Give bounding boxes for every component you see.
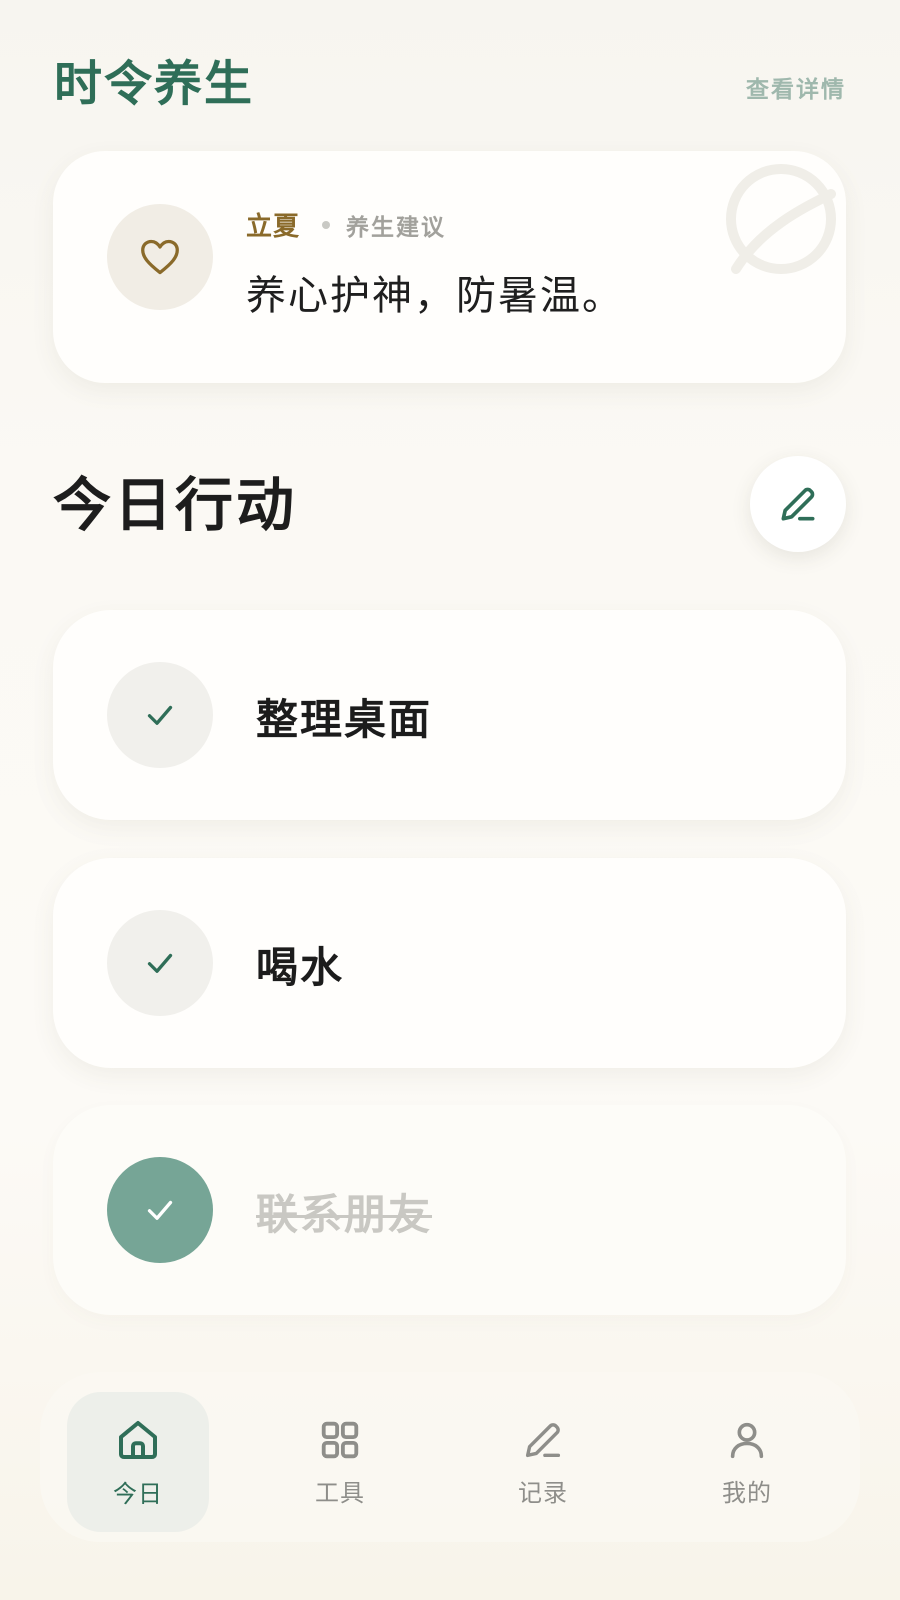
task-label: 喝水 <box>256 943 345 992</box>
task-checkbox[interactable] <box>107 662 213 768</box>
check-icon <box>147 705 173 725</box>
advice-text: 养心护神，防暑温。 <box>246 273 624 319</box>
advice-meta: 立夏 养生建议 <box>246 206 446 243</box>
solar-term: 立夏 <box>246 212 301 242</box>
user-icon <box>730 1422 764 1458</box>
tab-label: 工具 <box>315 1478 365 1507</box>
task-checkbox[interactable] <box>107 1157 213 1263</box>
grid-icon <box>321 1421 359 1458</box>
tab-label: 记录 <box>518 1478 568 1507</box>
view-details-link[interactable]: 查看详情 <box>746 70 846 104</box>
heart-icon <box>141 239 179 275</box>
edit-tasks-button[interactable] <box>750 456 846 552</box>
bottom-tab-bar: 今日 工具 记录 我的 <box>40 1372 860 1542</box>
task-label: 整理桌面 <box>256 695 433 744</box>
meta-separator-dot <box>322 220 331 229</box>
tab-records[interactable]: 记录 <box>472 1392 614 1532</box>
app-title: 时令养生 <box>54 56 255 112</box>
task-checkbox[interactable] <box>107 910 213 1016</box>
tab-today[interactable]: 今日 <box>67 1392 209 1532</box>
leaf-decoration <box>726 164 836 274</box>
section-title: 今日行动 <box>53 471 298 539</box>
task-label: 联系朋友 <box>256 1190 433 1239</box>
tab-label: 我的 <box>722 1478 772 1507</box>
tab-label: 今日 <box>113 1479 163 1508</box>
task-card[interactable]: 联系朋友 <box>53 1105 846 1315</box>
heart-icon-circle <box>107 204 213 310</box>
check-icon <box>147 953 173 973</box>
task-card[interactable]: 喝水 <box>53 858 846 1068</box>
pencil-icon <box>525 1422 561 1457</box>
check-icon <box>147 1200 173 1220</box>
advice-card[interactable]: 立夏 养生建议 养心护神，防暑温。 <box>53 151 846 383</box>
pencil-icon <box>781 487 815 521</box>
home-icon <box>119 1420 157 1459</box>
tab-tools[interactable]: 工具 <box>269 1392 411 1532</box>
advice-label: 养生建议 <box>346 214 447 241</box>
task-card[interactable]: 整理桌面 <box>53 610 846 820</box>
tab-me[interactable]: 我的 <box>676 1392 818 1532</box>
